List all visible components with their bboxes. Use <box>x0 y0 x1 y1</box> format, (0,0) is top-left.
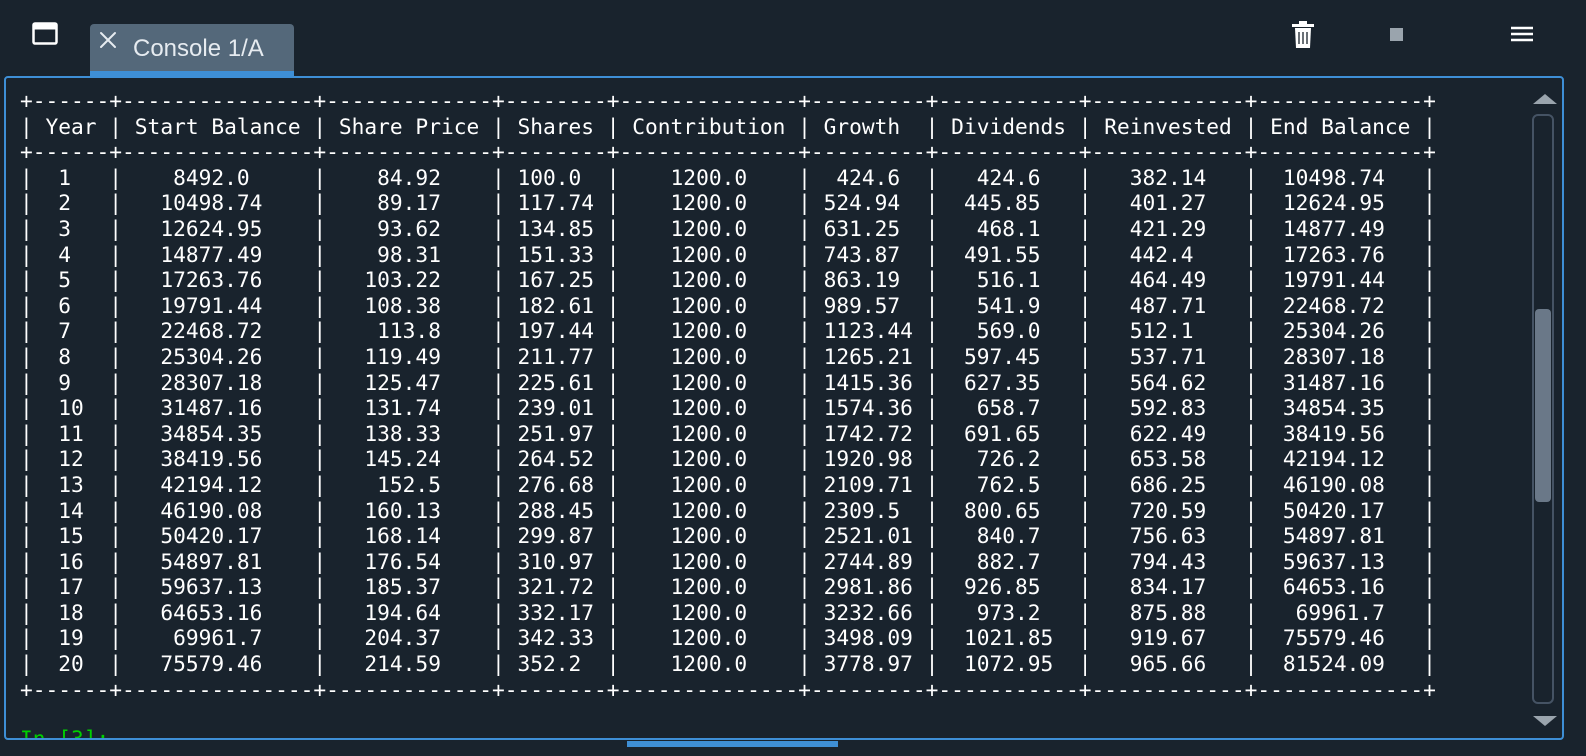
table-border: +------+---------------+-------------+--… <box>20 676 1436 702</box>
results-table: +------+---------------+-------------+--… <box>20 88 1436 702</box>
table-row: | 7 | 22468.72 | 113.8 | 197.44 | 1200.0… <box>20 318 1436 344</box>
horizontal-split-handle[interactable] <box>627 741 838 747</box>
tab-console[interactable]: Console 1/A <box>90 24 294 76</box>
table-row: | 16 | 54897.81 | 176.54 | 310.97 | 1200… <box>20 548 1436 574</box>
table-row: | 4 | 14877.49 | 98.31 | 151.33 | 1200.0… <box>20 241 1436 267</box>
table-row: | 20 | 75579.46 | 214.59 | 352.2 | 1200.… <box>20 651 1436 677</box>
table-row: | 18 | 64653.16 | 194.64 | 332.17 | 1200… <box>20 599 1436 625</box>
table-border: +------+---------------+-------------+--… <box>20 139 1436 165</box>
table-row: | 9 | 28307.18 | 125.47 | 225.61 | 1200.… <box>20 369 1436 395</box>
table-row: | 12 | 38419.56 | 145.24 | 264.52 | 1200… <box>20 446 1436 472</box>
table-row: | 10 | 31487.16 | 131.74 | 239.01 | 1200… <box>20 395 1436 421</box>
table-row: | 17 | 59637.13 | 185.37 | 321.72 | 1200… <box>20 574 1436 600</box>
table-row: | 3 | 12624.95 | 93.62 | 134.85 | 1200.0… <box>20 215 1436 241</box>
table-border: +------+---------------+-------------+--… <box>20 88 1436 113</box>
close-icon[interactable] <box>98 30 118 50</box>
table-row: | 2 | 10498.74 | 89.17 | 117.74 | 1200.0… <box>20 190 1436 216</box>
table-row: | 11 | 34854.35 | 138.33 | 251.97 | 1200… <box>20 420 1436 446</box>
hamburger-menu-icon[interactable] <box>1510 24 1534 44</box>
table-row: | 6 | 19791.44 | 108.38 | 182.61 | 1200.… <box>20 292 1436 318</box>
vertical-scrollbar[interactable] <box>1532 94 1558 726</box>
table-header: | Year | Start Balance | Share Price | S… <box>20 113 1436 139</box>
table-row: | 15 | 50420.17 | 168.14 | 299.87 | 1200… <box>20 523 1436 549</box>
table-row: | 8 | 25304.26 | 119.49 | 211.77 | 1200.… <box>20 343 1436 369</box>
table-row: | 13 | 42194.12 | 152.5 | 276.68 | 1200.… <box>20 471 1436 497</box>
undock-icon[interactable] <box>32 22 58 46</box>
scrollbar-thumb[interactable] <box>1535 309 1551 502</box>
table-row: | 14 | 46190.08 | 160.13 | 288.45 | 1200… <box>20 497 1436 523</box>
stop-icon[interactable] <box>1390 28 1403 41</box>
scroll-up-arrow-icon[interactable] <box>1533 94 1557 104</box>
scrollbar-track[interactable] <box>1532 114 1554 704</box>
table-row: | 19 | 69961.7 | 204.37 | 342.33 | 1200.… <box>20 625 1436 651</box>
console-output-area[interactable]: +------+---------------+-------------+--… <box>4 76 1564 740</box>
input-prompt: In [3]: <box>20 726 110 740</box>
table-row: | 5 | 17263.76 | 103.22 | 167.25 | 1200.… <box>20 267 1436 293</box>
console-toolbar: Console 1/A <box>0 0 1586 76</box>
table-row: | 1 | 8492.0 | 84.92 | 100.0 | 1200.0 | … <box>20 164 1436 190</box>
trash-icon[interactable] <box>1290 20 1316 50</box>
scroll-down-arrow-icon[interactable] <box>1533 716 1557 726</box>
tab-label: Console 1/A <box>133 35 264 62</box>
